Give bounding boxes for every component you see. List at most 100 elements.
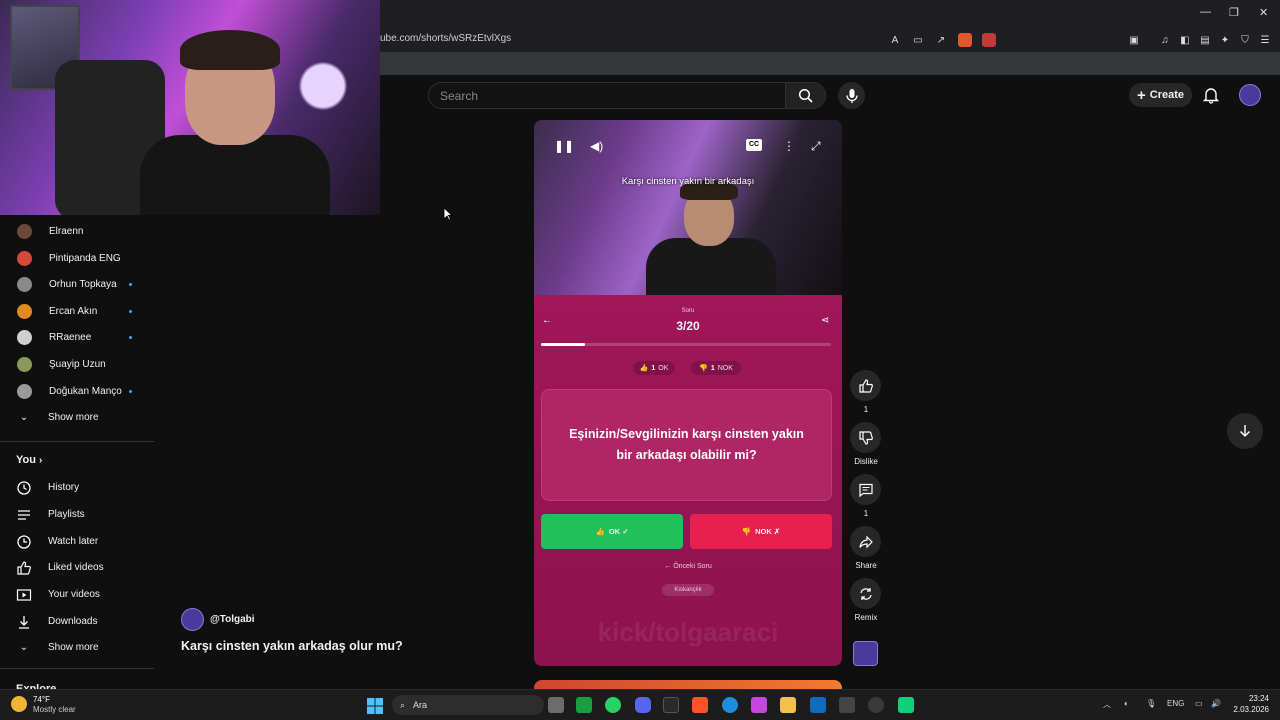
category-tag: Kıskançlık	[662, 584, 714, 596]
weather-icon[interactable]	[11, 696, 27, 712]
edge-icon[interactable]	[722, 697, 738, 713]
ok-counter: 👍 1 OK	[633, 361, 675, 375]
chevron-down-icon: ⌄	[19, 642, 29, 653]
display-icon[interactable]: ▭	[1195, 699, 1203, 708]
remix-button[interactable]	[850, 578, 881, 609]
brave-icon[interactable]	[692, 697, 708, 713]
share-page-icon[interactable]: ↗	[934, 33, 948, 47]
sidebar-sub-6[interactable]: Doğukan Manço	[0, 378, 154, 405]
you-section-header[interactable]: You ›	[16, 454, 42, 466]
minimize-icon[interactable]: —	[1200, 6, 1211, 18]
sidebar-item-your-videos[interactable]: Your videos	[0, 581, 154, 608]
channel-avatar[interactable]	[181, 608, 204, 631]
obs-icon[interactable]	[663, 697, 679, 713]
short-player[interactable]: ❚❚ ◀) CC ⋮ ⤢ Karşı cinsten yakın bir ark…	[534, 120, 842, 666]
nok-answer-button[interactable]: 👎 NOK ✗	[690, 514, 832, 549]
brave-shield-icon[interactable]	[958, 33, 972, 47]
comment-count: 1	[863, 509, 869, 518]
notifications-bell-icon[interactable]	[1202, 86, 1220, 104]
taskbar-search[interactable]: ⌕ Ara	[392, 695, 544, 715]
url-text[interactable]: ube.com/shorts/wSRzEtvlXgs	[380, 33, 1000, 47]
close-icon[interactable]: ✕	[1259, 6, 1268, 19]
restore-icon[interactable]: ❐	[1229, 6, 1239, 19]
clock-time[interactable]: 23:24	[1239, 694, 1269, 703]
xbox-icon[interactable]	[576, 697, 592, 713]
language-indicator[interactable]: ENG	[1167, 699, 1184, 708]
ok-answer-button[interactable]: 👍 OK ✓	[541, 514, 683, 549]
quiz-panel: ← ⋖ Soru 3/20 👍 1 OK 👎 1 NOK Eşinizin/Sevgil…	[534, 295, 842, 666]
volume-icon[interactable]: 🔊	[1211, 699, 1221, 708]
leo-ai-icon[interactable]: ✦	[1218, 33, 1232, 47]
sidebar-item-watch-later[interactable]: Watch later	[0, 528, 154, 555]
sidebar-item-liked-videos[interactable]: Liked videos	[0, 554, 154, 581]
outlook-icon[interactable]	[810, 697, 826, 713]
tray-app-icon[interactable]: ◐	[1124, 699, 1129, 708]
sidebar-item-playlists[interactable]: Playlists	[0, 501, 154, 528]
dislike-button[interactable]	[850, 422, 881, 453]
more-vert-icon[interactable]: ⋮	[783, 139, 795, 153]
sidebar-sub-5[interactable]: Şuayip Uzun	[0, 351, 154, 378]
copilot-icon[interactable]	[751, 697, 767, 713]
create-button[interactable]: + Create	[1129, 83, 1192, 107]
translate-icon[interactable]: A	[888, 33, 902, 47]
windows-start-icon[interactable]	[367, 698, 383, 719]
channel-avatar	[17, 304, 32, 319]
sidebar-show-more-subs[interactable]: ⌄ Show more	[0, 404, 154, 431]
sidebar-toggle-icon[interactable]: ▣	[1127, 33, 1141, 47]
tray-mic-icon[interactable]: 🎙	[1146, 699, 1156, 708]
app-icon[interactable]	[898, 697, 914, 713]
steam-icon[interactable]	[868, 697, 884, 713]
search-button[interactable]	[786, 82, 826, 109]
cast-icon[interactable]: ▭	[911, 33, 925, 47]
sound-avatar[interactable]	[853, 641, 878, 666]
like-button[interactable]	[850, 370, 881, 401]
sidebar-item-history[interactable]: History	[0, 474, 154, 501]
fullscreen-icon[interactable]: ⤢	[811, 139, 821, 154]
share-label: Share	[855, 561, 877, 570]
comments-button[interactable]	[850, 474, 881, 505]
sidebar-sub-1[interactable]: Pintipanda ENG	[0, 245, 154, 272]
sidebar-item-downloads[interactable]: Downloads	[0, 608, 154, 635]
live-dot	[129, 390, 132, 393]
search-input[interactable]: Search	[428, 82, 786, 109]
nok-button-label: NOK ✗	[755, 527, 781, 536]
volume-icon[interactable]: ◀)	[590, 139, 603, 153]
explore-header[interactable]: Explore	[16, 681, 76, 689]
show-more-label: Show more	[48, 412, 99, 423]
sidebar-show-more-you[interactable]: ⌄ Show more	[0, 634, 154, 661]
tray-overflow-icon[interactable]: ︿	[1103, 699, 1111, 710]
weather-description[interactable]: Mostly clear	[33, 705, 76, 714]
previous-question-link[interactable]: ← Önceki Soru	[534, 563, 842, 570]
sidepanel-icon[interactable]: ◧	[1178, 33, 1192, 47]
vpn-icon[interactable]: ⛉	[1238, 33, 1252, 47]
menu-icon[interactable]: ☰	[1258, 33, 1272, 47]
file-explorer-icon[interactable]	[780, 697, 796, 713]
history-icon	[16, 480, 32, 496]
sidebar-sub-0[interactable]: Elraenn	[0, 218, 154, 245]
channel-handle[interactable]: @Tolgabi	[210, 614, 255, 625]
weather-temperature[interactable]: 74°F	[33, 695, 50, 704]
brave-rewards-icon[interactable]	[982, 33, 996, 47]
short-video-frame[interactable]: ❚❚ ◀) CC ⋮ ⤢ Karşı cinsten yakın bir ark…	[534, 120, 842, 298]
share-button[interactable]	[850, 526, 881, 557]
progress-fill	[541, 343, 585, 346]
thumb-up-icon	[16, 560, 32, 576]
whatsapp-icon[interactable]	[605, 697, 621, 713]
music-icon[interactable]: ♫	[1158, 33, 1172, 47]
next-short-button[interactable]	[1227, 413, 1263, 449]
clock-date[interactable]: 2.03.2026	[1229, 705, 1269, 714]
discord-icon[interactable]	[635, 697, 651, 713]
create-label: Create	[1149, 89, 1184, 101]
sidebar-sub-4[interactable]: RRaenee	[0, 324, 154, 351]
sidebar-sub-2[interactable]: Orhun Topkaya	[0, 271, 154, 298]
pause-icon[interactable]: ❚❚	[554, 139, 574, 153]
sidebar-sub-3[interactable]: Ercan Akın	[0, 298, 154, 325]
you-label: You	[16, 454, 36, 466]
task-view-icon[interactable]	[548, 697, 564, 713]
account-avatar[interactable]	[1239, 84, 1261, 106]
voice-search-button[interactable]	[838, 82, 865, 109]
sidebar-item-label: Your videos	[48, 589, 100, 600]
store-icon[interactable]	[839, 697, 855, 713]
wallet-icon[interactable]: ▤	[1198, 33, 1212, 47]
cc-icon[interactable]: CC	[746, 139, 762, 151]
